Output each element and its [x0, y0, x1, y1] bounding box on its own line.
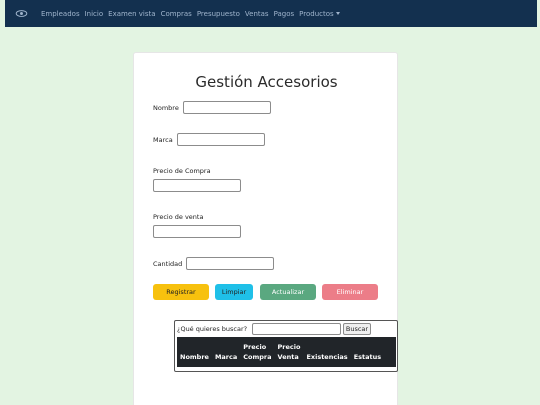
column-header-estatus: Estatus [354, 352, 381, 362]
cantidad-input[interactable] [186, 257, 274, 270]
eye-icon[interactable] [15, 7, 28, 20]
header-line1: Marca [214, 353, 238, 361]
header-line1: Precio [277, 343, 301, 351]
nav-item-inicio[interactable]: Inicio [85, 10, 104, 18]
nombre-input[interactable] [183, 101, 271, 114]
cantidad-label: Cantidad [153, 260, 183, 268]
column-header-marca: Marca [215, 352, 237, 362]
top-navbar: Empleados Inicio Examen vista Compras Pr… [5, 0, 537, 27]
actualizar-button[interactable]: Actualizar [260, 284, 316, 300]
header-line2: Venta [277, 353, 299, 361]
nav-links: Empleados Inicio Examen vista Compras Pr… [41, 0, 345, 27]
nav-dropdown-productos[interactable]: Productos [299, 10, 340, 18]
nav-item-empleados[interactable]: Empleados [41, 10, 80, 18]
registrar-button[interactable]: Registrar [153, 284, 209, 300]
header-line1: Nombre [180, 353, 209, 361]
precio-compra-label: Precio de Compra [153, 167, 211, 175]
nav-dropdown-label: Productos [299, 9, 334, 18]
nav-item-pagos[interactable]: Pagos [274, 10, 295, 18]
search-input[interactable] [252, 323, 341, 335]
search-panel: ¿Qué quieres buscar? Buscar Nombre Marca… [174, 320, 398, 372]
header-line1: Precio [243, 343, 267, 351]
search-button[interactable]: Buscar [343, 323, 371, 335]
search-label: ¿Qué quieres buscar? [177, 325, 248, 333]
column-header-existencias: Existencias [306, 352, 347, 362]
column-header-nombre: Nombre [180, 352, 209, 362]
column-header-precio-compra: Precio Compra [243, 342, 271, 362]
limpiar-button[interactable]: Limpiar [215, 284, 253, 300]
marca-label: Marca [153, 136, 173, 144]
eliminar-button[interactable]: Eliminar [322, 284, 378, 300]
header-line1: Estatus [353, 353, 382, 361]
nombre-label: Nombre [153, 104, 179, 112]
precio-venta-input[interactable] [153, 225, 241, 238]
precio-venta-label: Precio de venta [153, 213, 204, 221]
accessories-form-card: Gestión Accesorios Nombre Marca Precio d… [133, 52, 398, 405]
header-line1: Existencias [306, 353, 348, 361]
page-title: Gestión Accesorios [195, 73, 338, 91]
marca-input[interactable] [177, 133, 265, 146]
precio-compra-input[interactable] [153, 179, 241, 192]
header-line2: Compra [243, 353, 272, 361]
column-header-precio-venta: Precio Venta [278, 342, 301, 362]
nav-item-presupuesto[interactable]: Presupuesto [197, 10, 240, 18]
nav-item-compras[interactable]: Compras [161, 10, 192, 18]
nav-item-examen-vista[interactable]: Examen vista [108, 10, 155, 18]
results-table-header: Nombre Marca Precio Compra Precio Venta Ex… [177, 337, 396, 367]
caret-down-icon [335, 12, 340, 15]
nav-item-ventas[interactable]: Ventas [245, 10, 269, 18]
